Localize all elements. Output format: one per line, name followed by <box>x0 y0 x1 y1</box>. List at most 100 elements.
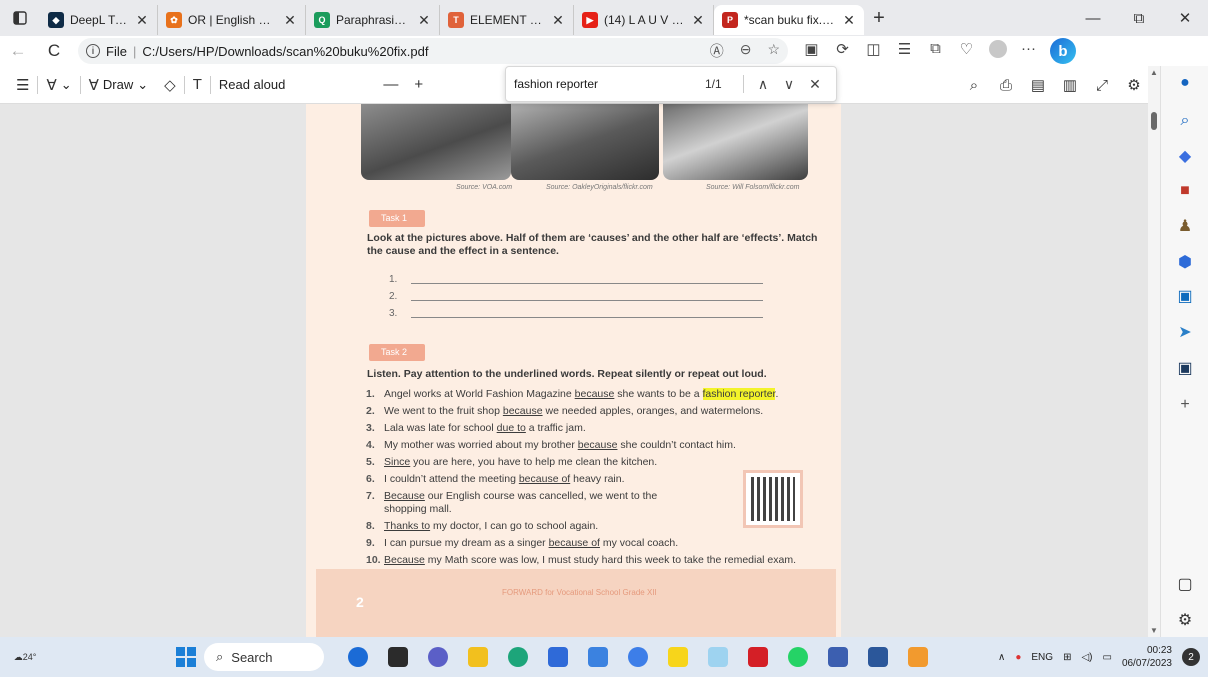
collections-icon[interactable]: ⧉ <box>920 40 951 62</box>
send-icon[interactable]: ➤ <box>1161 322 1208 342</box>
tab-deepl[interactable]: ◆ DeepL Translate: Pener ✕ <box>40 5 158 35</box>
shopping-tag-icon[interactable]: ◆ <box>1161 146 1208 166</box>
start-button[interactable] <box>176 647 196 667</box>
notification-bell-icon[interactable]: ● <box>1161 74 1208 92</box>
scrollbar-thumb[interactable] <box>1151 112 1157 130</box>
weather-widget[interactable]: ☁ 24° <box>0 652 50 663</box>
find-close-button[interactable]: ✕ <box>802 76 828 93</box>
qr-pattern <box>751 477 795 521</box>
tab-pdf[interactable]: P *scan buku fix.pdf ✕ <box>714 5 864 35</box>
antivirus-icon[interactable]: ● <box>1015 652 1021 663</box>
word-icon[interactable] <box>858 637 898 677</box>
sentence-text: I can pursue my dream as a singer <box>384 537 549 549</box>
tab-paraphrasing[interactable]: Q Paraphrasing Tool - Qu ✕ <box>306 5 440 35</box>
search-icon[interactable]: ⌕ <box>1161 112 1208 130</box>
chat-icon[interactable] <box>418 637 458 677</box>
game-app-icon[interactable] <box>818 637 858 677</box>
save-as-icon[interactable]: ▥ <box>1054 76 1086 94</box>
volume-icon[interactable]: ◁) <box>1081 652 1092 663</box>
settings-icon[interactable]: ⚙ <box>1118 76 1150 94</box>
print-icon[interactable]: ⎙ <box>990 77 1022 94</box>
scroll-down-icon[interactable]: ▼ <box>1150 626 1158 635</box>
close-window-button[interactable]: ✕ <box>1162 0 1208 36</box>
puzzle-icon[interactable]: ⟳ <box>827 40 858 62</box>
close-icon[interactable]: ✕ <box>135 12 149 29</box>
store-icon[interactable] <box>538 637 578 677</box>
extension-icon[interactable]: ▣ <box>796 40 827 62</box>
split-screen-icon[interactable]: ◫ <box>858 40 889 62</box>
file-explorer-icon[interactable] <box>458 637 498 677</box>
close-icon[interactable]: ✕ <box>691 12 705 29</box>
favorites-icon[interactable]: ☰ <box>889 40 920 62</box>
highlight-button[interactable]: ∀ ⌄ <box>38 76 79 94</box>
bing-app-icon[interactable] <box>338 637 378 677</box>
office-icon[interactable]: ⬢ <box>1161 252 1208 272</box>
find-input[interactable]: fashion reporter <box>514 77 705 91</box>
games-icon[interactable]: ♟ <box>1161 216 1208 236</box>
bing-copilot-button[interactable]: b <box>1050 38 1076 64</box>
contents-icon[interactable]: ☰ <box>8 76 37 94</box>
taskbar-search[interactable]: ⌕ Search <box>204 643 324 671</box>
add-icon[interactable]: + <box>1161 396 1208 414</box>
clock[interactable]: 00:23 06/07/2023 <box>1122 644 1172 670</box>
favorite-star-icon[interactable]: ☆ <box>767 41 780 61</box>
sidebar-toggle-icon[interactable]: ▢ <box>1161 574 1208 594</box>
paint-app-icon[interactable] <box>898 637 938 677</box>
tab-actions-button[interactable] <box>0 0 40 36</box>
read-mode-icon[interactable]: Ⓐ <box>710 41 724 61</box>
network-icon[interactable]: ⊞ <box>1063 652 1071 663</box>
netflix-icon[interactable] <box>738 637 778 677</box>
zoom-in-button[interactable]: + <box>406 76 431 93</box>
more-button[interactable]: ··· <box>1013 40 1044 62</box>
close-icon[interactable]: ✕ <box>283 12 297 29</box>
search-icon[interactable]: ⌕ <box>958 77 990 94</box>
find-next-button[interactable]: ∨ <box>776 76 802 93</box>
fullscreen-icon[interactable]: ⤢ <box>1086 77 1118 94</box>
tab-or-meaning[interactable]: ✿ OR | English meaning ✕ <box>158 5 306 35</box>
tab-youtube[interactable]: ▶ (14) L A U V GREA ✕ <box>574 5 714 35</box>
outlook-icon[interactable]: ▣ <box>1161 286 1208 306</box>
settings-icon[interactable]: ⚙ <box>1161 610 1208 630</box>
close-icon[interactable]: ✕ <box>551 12 565 29</box>
sentence-text: we needed apples, oranges, and watermelo… <box>542 405 764 417</box>
restore-button[interactable]: ⧉ <box>1116 0 1162 36</box>
refresh-button[interactable]: C <box>36 41 72 61</box>
vertical-scrollbar[interactable]: ▲ ▼ <box>1148 66 1160 637</box>
close-icon[interactable]: ✕ <box>417 12 431 29</box>
save-icon[interactable]: ▤ <box>1022 76 1054 94</box>
minimize-button[interactable]: — <box>1070 0 1116 36</box>
youtube-icon: ▶ <box>582 12 598 28</box>
health-icon[interactable]: ♡ <box>951 40 982 62</box>
url-field[interactable]: i File | C:/Users/HP/Downloads/scan%20bu… <box>78 38 788 64</box>
find-previous-button[interactable]: ∧ <box>750 76 776 93</box>
new-tab-button[interactable]: + <box>864 7 894 30</box>
profile-avatar[interactable] <box>982 40 1013 62</box>
tab-synonyms[interactable]: T ELEMENT Synonyms: 4 ✕ <box>440 5 574 35</box>
text-box-icon[interactable]: T <box>185 76 210 93</box>
close-icon[interactable]: ✕ <box>842 12 856 29</box>
notification-badge[interactable]: 2 <box>1182 648 1200 666</box>
edge-icon[interactable] <box>498 637 538 677</box>
media-icon[interactable]: ▣ <box>1161 358 1208 378</box>
task-view-icon[interactable] <box>378 637 418 677</box>
draw-button[interactable]: ∀ Draw ⌄ <box>81 76 157 94</box>
read-aloud-button[interactable]: Read aloud <box>211 77 294 92</box>
mulya-app-icon[interactable] <box>578 637 618 677</box>
chrome-icon[interactable] <box>618 637 658 677</box>
scroll-up-icon[interactable]: ▲ <box>1150 68 1158 77</box>
zoom-icon[interactable]: ⊖ <box>740 41 752 61</box>
back-button[interactable]: ← <box>0 41 36 61</box>
zoom-out-button[interactable]: — <box>375 76 406 93</box>
info-icon[interactable]: i <box>86 44 100 58</box>
language-indicator[interactable]: ENG <box>1031 652 1053 663</box>
eraser-icon[interactable]: ◇ <box>156 76 184 94</box>
pdf-viewer[interactable]: Source: VOA.com Source: OakleyOriginals/… <box>0 104 1160 637</box>
tools-icon[interactable]: ■ <box>1161 182 1208 200</box>
sticky-notes-icon[interactable] <box>658 637 698 677</box>
task2-tag: Task 2 <box>369 344 425 361</box>
wifi-app-icon[interactable] <box>698 637 738 677</box>
whatsapp-icon[interactable] <box>778 637 818 677</box>
battery-icon[interactable]: ▭ <box>1102 652 1111 663</box>
app-glyph <box>748 647 768 667</box>
chevron-up-icon[interactable]: ∧ <box>998 652 1005 663</box>
